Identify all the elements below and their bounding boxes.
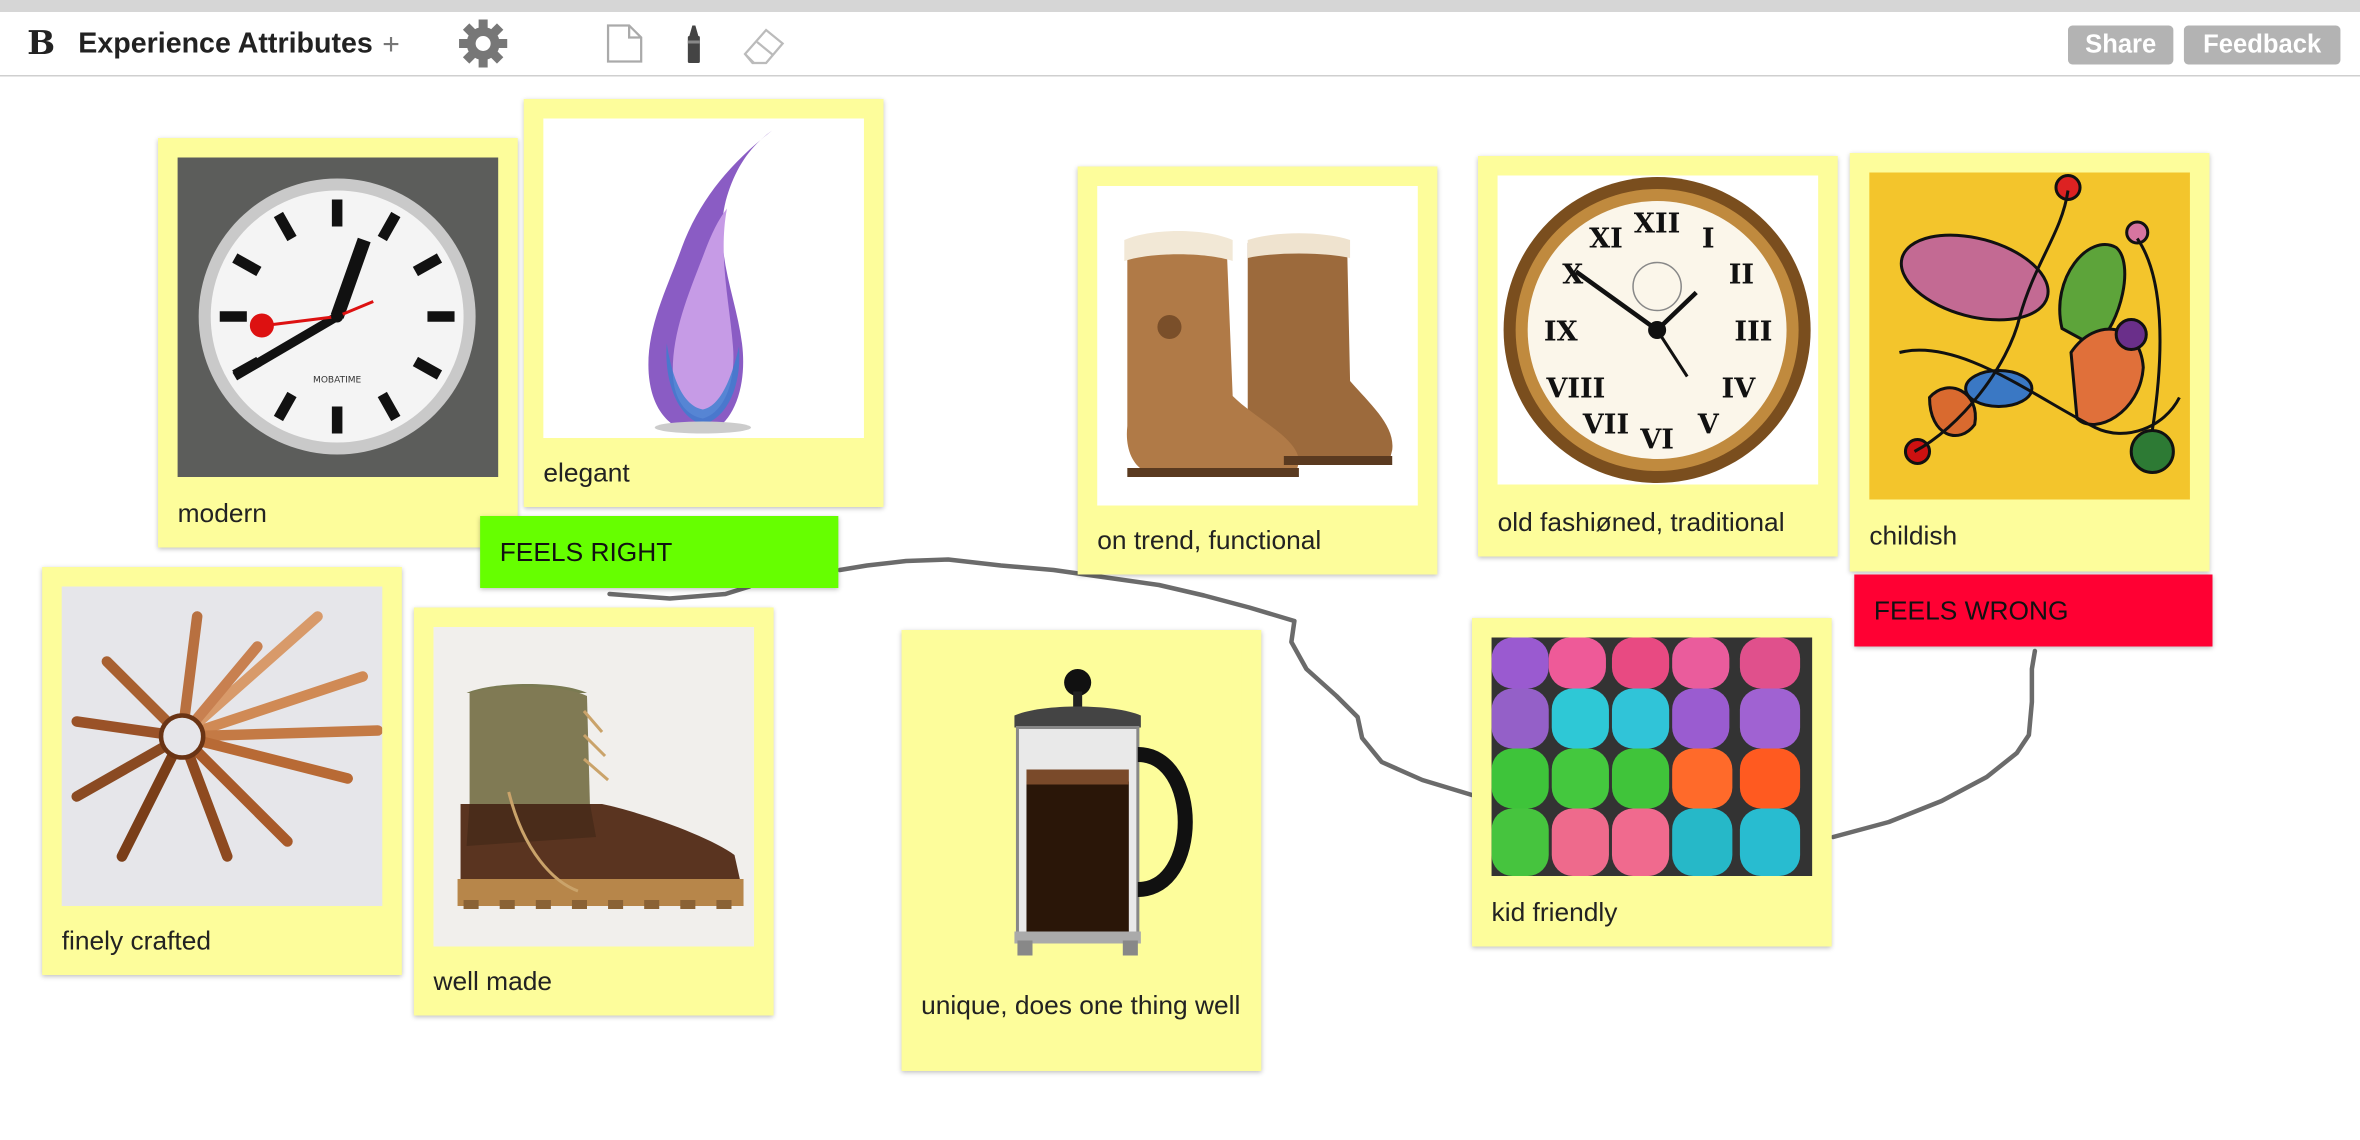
- svg-text:XII: XII: [1634, 209, 1680, 240]
- card-label: kid friendly: [1491, 897, 1618, 927]
- note-card-childish[interactable]: childish: [1849, 153, 2210, 572]
- svg-text:II: II: [1729, 260, 1754, 291]
- note-card-modern[interactable]: MOBATIME modern: [158, 138, 518, 548]
- purple-glass-vase-image: [543, 118, 864, 438]
- note-card-old-fashioned[interactable]: XII III VI IX I II IV V VII VIII X XI old fash…: [1478, 156, 1838, 557]
- card-label: on trend, functional: [1097, 525, 1322, 555]
- feels-wrong-tag[interactable]: FEELS WRONG: [1854, 574, 2213, 647]
- note-card-unique[interactable]: unique, does one thing well: [901, 630, 1262, 1071]
- card-label: finely crafted: [61, 925, 212, 956]
- svg-text:I: I: [1702, 224, 1715, 255]
- colorful-clogs-image: [1491, 637, 1813, 876]
- svg-text:XI: XI: [1589, 224, 1623, 255]
- leather-work-boot-image: [433, 627, 755, 947]
- note-card-kid-friendly[interactable]: kid friendly: [1471, 618, 1832, 947]
- note-card-on-trend[interactable]: on trend, functional: [1077, 166, 1438, 575]
- card-label: childish: [1869, 520, 1958, 551]
- wooden-spiral-sculpture-image: [61, 586, 383, 906]
- card-label: unique, does one thing well: [921, 990, 1241, 1020]
- card-label: old fashiøned, traditional: [1497, 507, 1785, 537]
- card-label: well made: [433, 966, 553, 996]
- feels-right-tag[interactable]: FEELS RIGHT: [480, 516, 839, 588]
- svg-text:IX: IX: [1544, 317, 1578, 348]
- station-wall-clock-image: MOBATIME: [177, 157, 499, 477]
- antique-clock-face-image: XII III VI IX I II IV V VII VIII X XI: [1497, 175, 1819, 485]
- svg-text:V: V: [1697, 410, 1720, 441]
- note-card-finely-crafted[interactable]: finely crafted: [42, 567, 402, 975]
- svg-text:VI: VI: [1639, 425, 1674, 456]
- french-press-image: [921, 649, 1242, 969]
- child-scribble-drawing-image: [1869, 172, 2190, 500]
- svg-text:VII: VII: [1582, 410, 1629, 441]
- card-label: elegant: [543, 457, 630, 488]
- svg-text:VIII: VIII: [1545, 374, 1605, 405]
- board-canvas[interactable]: B Experience Attributes + Share Feedback…: [0, 0, 2360, 1140]
- note-card-well-made[interactable]: well made: [413, 607, 774, 1016]
- svg-text:MOBATIME: MOBATIME: [313, 376, 361, 386]
- svg-text:IV: IV: [1722, 374, 1757, 405]
- sheepskin-boots-image: [1097, 186, 1418, 506]
- svg-text:III: III: [1734, 317, 1772, 348]
- note-card-elegant[interactable]: elegant: [523, 99, 884, 507]
- card-label: modern: [177, 498, 267, 528]
